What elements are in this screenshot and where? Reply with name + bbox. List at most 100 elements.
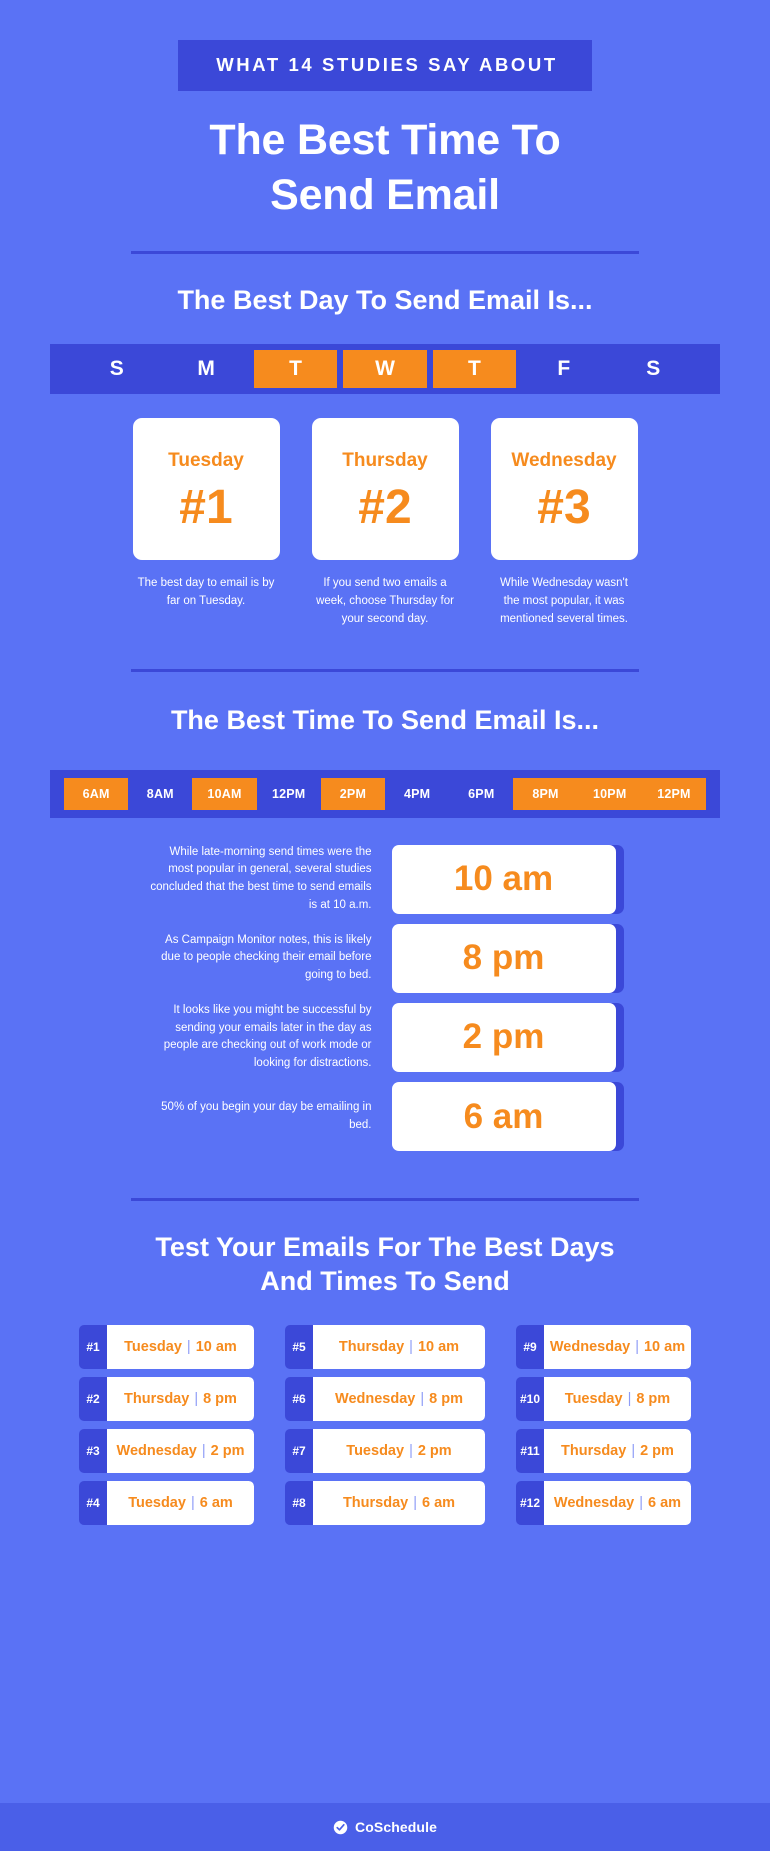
weekday-cell-1[interactable]: M <box>164 350 247 388</box>
test-item-separator: | <box>186 1338 191 1355</box>
test-item[interactable]: #2 Thursday | 8 pm <box>79 1376 254 1421</box>
time-card-wrap: 8 pm <box>391 923 624 993</box>
test-item[interactable]: #10 Tuesday | 8 pm <box>516 1376 691 1421</box>
page-title-line-2: Send Email <box>270 170 500 219</box>
test-item-separator: | <box>627 1390 632 1407</box>
weekday-cell-2[interactable]: T <box>253 350 338 389</box>
test-item-rank: #11 <box>516 1428 544 1473</box>
test-item-label: Wednesday | 8 pm <box>313 1376 485 1421</box>
rank-card-caption: While Wednesday wasn't the most popular,… <box>500 577 628 625</box>
test-item-rank: #3 <box>79 1428 107 1473</box>
test-item-label: Tuesday | 2 pm <box>313 1428 485 1473</box>
test-item-day: Tuesday <box>564 1390 623 1407</box>
test-item-time: 8 pm <box>429 1390 463 1407</box>
time-row-description: It looks like you might be successful by… <box>163 1003 372 1070</box>
test-item-time: 10 am <box>643 1338 686 1355</box>
weekday-cell-0[interactable]: S <box>75 350 158 388</box>
test-item-separator: | <box>409 1442 413 1459</box>
rank-column-1: Tuesday #1 The best day to email is by far… <box>132 418 280 628</box>
test-item-separator: | <box>631 1442 636 1459</box>
time-cell-3[interactable]: 12PM <box>257 778 321 810</box>
test-item-day: Wednesday <box>335 1390 416 1407</box>
test-item-separator: | <box>413 1494 417 1511</box>
header-kicker: WHAT 14 STUDIES SAY ABOUT <box>178 40 592 91</box>
test-item-separator: | <box>635 1338 639 1355</box>
test-item-separator: | <box>420 1390 425 1407</box>
test-item-label: Tuesday | 8 pm <box>544 1376 691 1421</box>
test-item-time: 2 pm <box>210 1442 245 1459</box>
time-card-value: 8 pm <box>391 923 616 993</box>
test-item-rank: #8 <box>285 1480 313 1525</box>
time-cell-1[interactable]: 8AM <box>128 778 192 810</box>
time-cell-6[interactable]: 6PM <box>449 778 513 810</box>
test-item[interactable]: #7 Tuesday | 2 pm <box>285 1428 485 1473</box>
time-cell-5[interactable]: 4PM <box>385 778 449 810</box>
time-cell-9[interactable]: 12PM <box>641 777 707 810</box>
time-selector[interactable]: 6AM 8AM 10AM 12PM 2PM 4PM 6PM 8PM 10PM 12PM <box>50 769 720 818</box>
test-item-time: 10 am <box>417 1338 460 1355</box>
test-item-label: Thursday | 8 pm <box>107 1376 254 1421</box>
test-item-time: 10 am <box>195 1338 237 1355</box>
time-cell-2[interactable]: 10AM <box>192 777 257 810</box>
test-item[interactable]: #12 Wednesday | 6 am <box>516 1480 691 1525</box>
time-card-wrap: 2 pm <box>391 1002 624 1072</box>
test-item[interactable]: #6 Wednesday | 8 pm <box>285 1376 485 1421</box>
test-item-separator: | <box>190 1494 195 1511</box>
test-item-rank: #5 <box>285 1324 313 1369</box>
test-item[interactable]: #11 Thursday | 2 pm <box>516 1428 691 1473</box>
time-row-2: As Campaign Monitor notes, this is likel… <box>0 923 770 993</box>
coschedule-check-icon <box>333 1820 348 1834</box>
time-card-wrap: 6 am <box>391 1082 624 1151</box>
weekday-cell-5[interactable]: F <box>522 350 605 388</box>
test-item[interactable]: #1 Tuesday | 10 am <box>79 1324 254 1369</box>
time-cell-7[interactable]: 8PM <box>513 777 578 810</box>
rank-column-3: Wednesday #3 While Wednesday wasn't the mo… <box>490 418 638 628</box>
test-item-rank: #10 <box>516 1376 544 1421</box>
test-item-rank: #12 <box>516 1480 544 1525</box>
test-item-day: Thursday <box>342 1494 409 1511</box>
test-item[interactable]: #9 Wednesday | 10 am <box>516 1324 691 1369</box>
test-item-day: Tuesday <box>124 1338 182 1355</box>
time-row-description: While late-morning send times were the m… <box>150 845 372 911</box>
test-item-rank: #1 <box>79 1324 107 1369</box>
test-item[interactable]: #5 Thursday | 10 am <box>285 1324 485 1369</box>
page-title-line-1: The Best Time To <box>209 115 561 164</box>
test-item-day: Thursday <box>338 1338 405 1355</box>
test-item[interactable]: #3 Wednesday | 2 pm <box>79 1428 254 1473</box>
time-card-wrap: 10 am <box>391 844 624 914</box>
time-cell-8[interactable]: 10PM <box>577 777 642 810</box>
test-heading-line-1: Test Your Emails For The Best Days <box>155 1232 615 1262</box>
test-item-day: Wednesday <box>549 1338 631 1355</box>
time-cell-0[interactable]: 6AM <box>64 777 129 810</box>
test-heading-line-2: And Times To Send <box>260 1265 510 1296</box>
rank-column-2: Thursday #2 If you send two emails a week,… <box>311 418 459 628</box>
test-item-rank: #2 <box>79 1376 107 1421</box>
test-item-separator: | <box>194 1390 199 1407</box>
weekday-selector[interactable]: SMTWTFS <box>50 344 720 395</box>
test-item-time: 2 pm <box>640 1442 674 1459</box>
infographic-page: WHAT 14 STUDIES SAY ABOUT The Best Time … <box>0 0 770 1851</box>
rank-card-number: #3 <box>537 480 591 534</box>
test-item-label: Tuesday | 10 am <box>107 1324 254 1369</box>
test-item-time: 8 pm <box>636 1390 671 1407</box>
rank-card: Tuesday #1 <box>132 418 280 561</box>
footer: CoSchedule <box>0 1803 770 1851</box>
weekday-cell-4[interactable]: T <box>432 350 517 389</box>
test-item-rank: #4 <box>79 1480 107 1525</box>
test-item-day: Wednesday <box>116 1442 197 1459</box>
rank-card-number: #2 <box>358 480 412 534</box>
rank-card: Wednesday #3 <box>490 418 638 561</box>
time-cell-4[interactable]: 2PM <box>320 777 386 810</box>
test-item[interactable]: #4 Tuesday | 6 am <box>79 1480 254 1525</box>
test-item-rank: #6 <box>285 1376 313 1421</box>
day-section-heading: The Best Day To Send Email Is... <box>177 284 593 315</box>
test-column-2: #5 Thursday | 10 am #6 Wednesday | 8 pm #7 Tuesda… <box>285 1324 485 1525</box>
test-item-time: 6 am <box>648 1494 682 1511</box>
time-row-4: 50% of you begin your day be emailing in… <box>0 1082 770 1151</box>
weekday-cell-3[interactable]: W <box>343 350 427 389</box>
test-item[interactable]: #8 Thursday | 6 am <box>285 1480 485 1525</box>
weekday-cell-6[interactable]: S <box>612 350 695 388</box>
time-row-description: 50% of you begin your day be emailing in… <box>161 1100 372 1131</box>
test-item-rank: #9 <box>516 1324 544 1369</box>
test-item-separator: | <box>409 1338 413 1355</box>
